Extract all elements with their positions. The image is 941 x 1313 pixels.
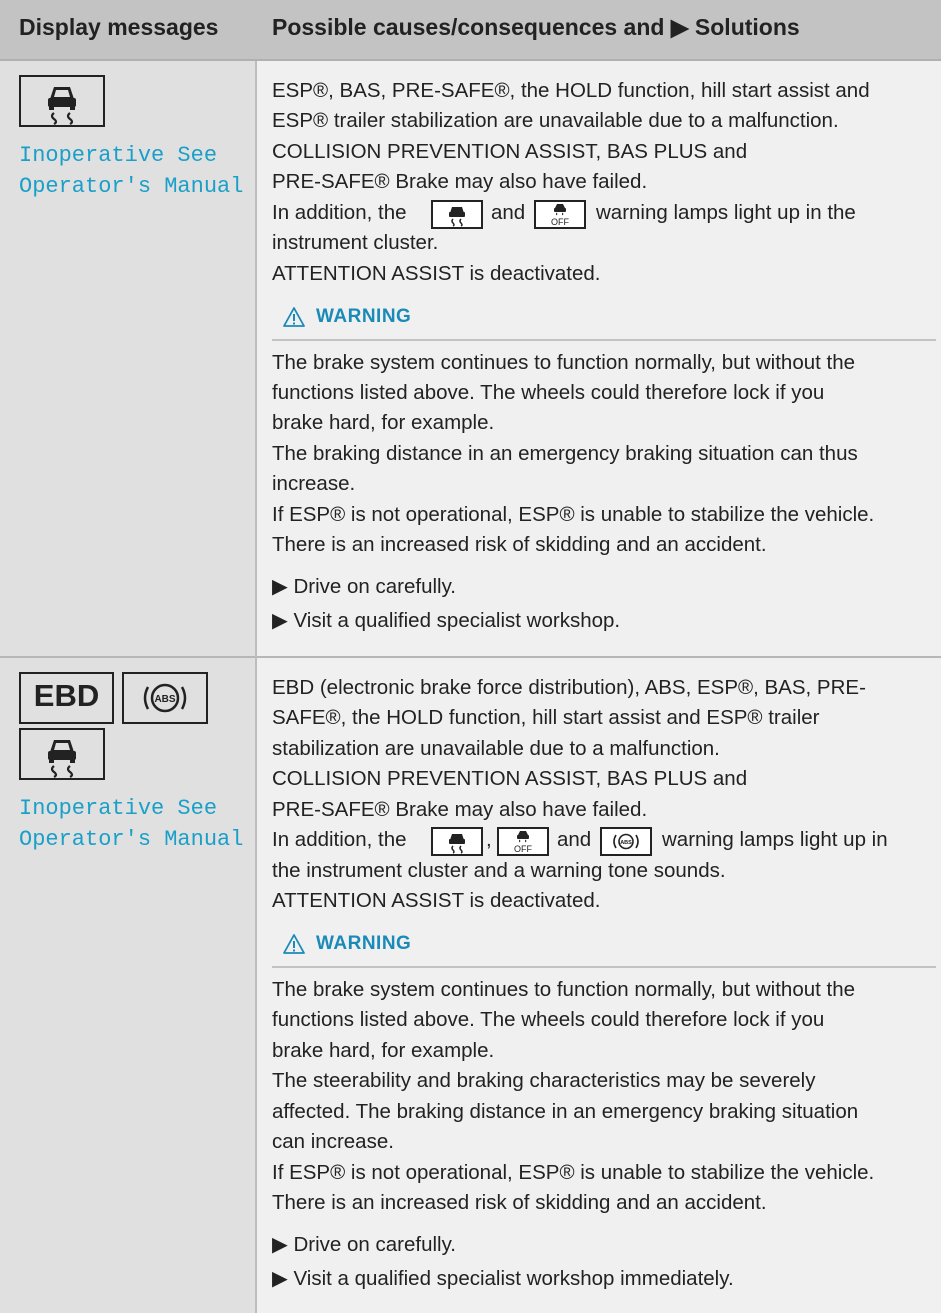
row2-text-line: COLLISION PREVENTION ASSIST, BAS PLUS an… <box>272 767 748 790</box>
esp-off-inline-icon: OFF <box>534 200 586 229</box>
row1-text-line: ESP®, BAS, PRE-SAFE®, the HOLD function,… <box>272 79 870 102</box>
row1-warning-line: The braking distance in an emergency bra… <box>272 442 858 465</box>
row2-warning-line: There is an increased risk of skidding a… <box>272 1191 767 1214</box>
table-header: Display messages Possible causes/consequ… <box>0 0 941 61</box>
row2-text-warning-lamps: warning lamps light up in <box>662 828 888 851</box>
row1-warning-line: functions listed above. The wheels could… <box>272 381 825 404</box>
abs-icon: ABS <box>122 672 208 724</box>
row2-warning-line: affected. The braking distance in an eme… <box>272 1100 859 1123</box>
row2-step: ▶ Drive on carefully. <box>272 1233 456 1256</box>
row2-step: ▶ Visit a qualified specialist workshop … <box>272 1267 734 1290</box>
row1-warning-line: There is an increased risk of skidding a… <box>272 533 767 556</box>
esp-off-inline-icon: OFF <box>497 827 549 856</box>
svg-text:OFF: OFF <box>551 217 569 227</box>
row2-text-line: SAFE®, the HOLD function, hill start ass… <box>272 706 820 729</box>
warning-triangle-icon <box>283 307 305 327</box>
row1-text-and: and <box>491 201 526 224</box>
row1-message-line1: Inoperative See <box>19 143 218 168</box>
row1-warning-line: brake hard, for example. <box>272 411 495 434</box>
row2-text-line: EBD (electronic brake force distribution… <box>272 676 866 699</box>
abs-inline-icon: ABS <box>600 827 652 856</box>
row1-text-line: In addition, the <box>272 201 407 224</box>
esp-skid-inline-icon <box>431 827 483 856</box>
ebd-text: EBD <box>33 678 100 713</box>
warning-rule <box>272 966 936 968</box>
row2-text-comma: , <box>486 828 492 851</box>
row1-warning-line: If ESP® is not operational, ESP® is unab… <box>272 503 875 526</box>
svg-text:OFF: OFF <box>514 844 532 854</box>
row1-text-line: PRE-SAFE® Brake may also have failed. <box>272 170 648 193</box>
row1-step: ▶ Drive on carefully. <box>272 575 456 598</box>
row2-text-line: the instrument cluster and a warning ton… <box>272 859 726 882</box>
row1-text-line: ATTENTION ASSIST is deactivated. <box>272 262 601 285</box>
row2-warning-line: If ESP® is not operational, ESP® is unab… <box>272 1161 875 1184</box>
row2-warning-line: functions listed above. The wheels could… <box>272 1008 825 1031</box>
row1-warning-line: increase. <box>272 472 356 495</box>
row2-text-and: and <box>557 828 592 851</box>
row2-warning-line: The brake system continues to function n… <box>272 978 856 1001</box>
warning-rule <box>272 339 936 341</box>
ebd-label: EBD <box>19 672 114 724</box>
warning-triangle-icon <box>283 934 305 954</box>
row1-message-line2: Operator's Manual <box>19 174 244 199</box>
warning-label: WARNING <box>316 306 412 327</box>
row1-text-line: ESP® trailer stabilization are unavailab… <box>272 109 839 132</box>
row1-text-line: COLLISION PREVENTION ASSIST, BAS PLUS an… <box>272 140 748 163</box>
header-display-messages: Display messages <box>19 14 219 40</box>
row2-warning-line: can increase. <box>272 1130 394 1153</box>
row1-text-line: instrument cluster. <box>272 231 439 254</box>
abs-icon-text: ABS <box>154 694 175 705</box>
esp-skid-icon <box>19 75 105 127</box>
esp-skid-icon <box>19 728 105 780</box>
row2-message-line2: Operator's Manual <box>19 827 244 852</box>
display-messages-table: Display messages Possible causes/consequ… <box>0 0 941 1313</box>
row1-text-warning-lamps: warning lamps light up in the <box>596 201 856 224</box>
row2-text-line: In addition, the <box>272 828 407 851</box>
esp-skid-inline-icon <box>431 200 483 229</box>
row2-text-line: ATTENTION ASSIST is deactivated. <box>272 889 601 912</box>
row1-warning-heading: WARNING <box>282 304 482 334</box>
row1-warning-line: The brake system continues to function n… <box>272 351 856 374</box>
row1-step: ▶ Visit a qualified specialist workshop. <box>272 609 621 632</box>
row2-warning-line: The steerability and braking characteris… <box>272 1069 816 1092</box>
warning-label: WARNING <box>316 933 412 954</box>
row2-warning-heading: WARNING <box>282 931 482 961</box>
header-causes-solutions: Possible causes/consequences and ▶ Solut… <box>272 14 800 40</box>
row2-text-line: PRE-SAFE® Brake may also have failed. <box>272 798 648 821</box>
row2-warning-line: brake hard, for example. <box>272 1039 495 1062</box>
abs-inline-text: ABS <box>620 840 632 846</box>
row2-text-line: stabilization are unavailable due to a m… <box>272 737 720 760</box>
row2-message-line1: Inoperative See <box>19 796 218 821</box>
column-divider <box>255 61 257 1313</box>
